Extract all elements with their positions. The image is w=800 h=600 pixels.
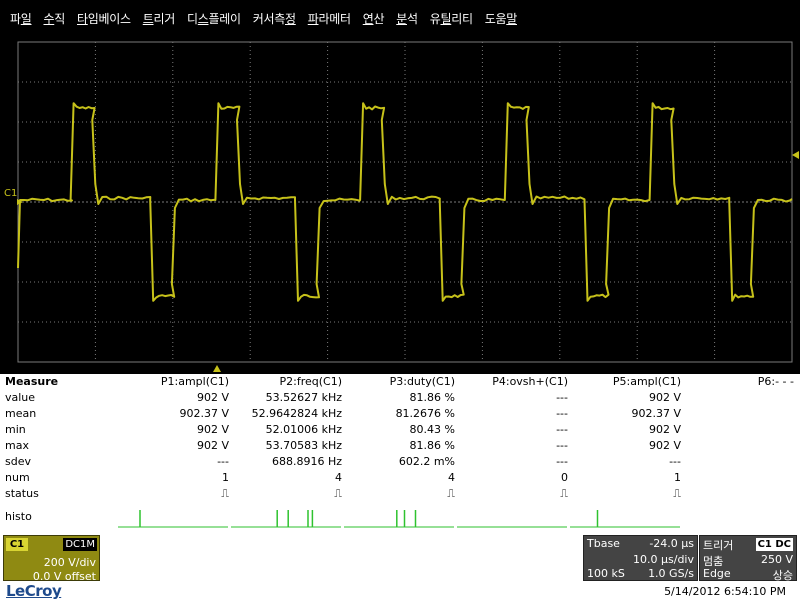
histo-strip	[118, 510, 680, 528]
measure-cell: 53.52627 kHz	[265, 391, 342, 404]
measure-cell: 902 V	[648, 423, 681, 436]
measure-cell: 1	[674, 471, 681, 484]
measure-cell: ⎍	[560, 487, 568, 500]
measure-cell: ---	[669, 455, 681, 468]
measure-param-header[interactable]: P3:duty(C1)	[390, 374, 455, 390]
measure-cell: 53.70583 kHz	[265, 439, 342, 452]
measure-row-label: sdev	[5, 455, 31, 468]
measure-cell: 81.86 %	[409, 439, 455, 452]
measure-row-label: value	[5, 391, 36, 404]
histo-segment	[570, 510, 680, 528]
menu-item-11[interactable]: 도움말	[479, 10, 523, 27]
measure-cell: 688.8916 Hz	[271, 455, 342, 468]
menu-item-9[interactable]: 분석	[390, 10, 424, 27]
timebase-title: Tbase	[587, 537, 620, 550]
measure-cell: ⎍	[447, 487, 455, 500]
svg-text:C1: C1	[4, 188, 17, 199]
timestamp: 5/14/2012 6:54:10 PM	[664, 585, 786, 598]
measure-cell: 902 V	[196, 391, 229, 404]
measure-row-label: min	[5, 423, 26, 436]
menu-item-10[interactable]: 유틸리티	[424, 10, 479, 27]
histo-segment	[231, 510, 341, 528]
measure-cell: 902 V	[196, 439, 229, 452]
measure-title: Measure	[5, 375, 59, 388]
menu-item-4[interactable]: 트리거	[137, 10, 181, 27]
measure-cell: 902 V	[196, 423, 229, 436]
menu-bar: 파일 수직 타임베이스 트리거 디스플레이 커서측정 파라메터 연산 분석 유틸리티 도움말	[0, 0, 800, 36]
measure-cell: 1	[222, 471, 229, 484]
trigger-source: C1 DC	[755, 538, 793, 551]
measure-cell: ---	[556, 423, 568, 436]
measure-row-value: value 902 V 53.52627 kHz 81.86 % --- 902 V	[0, 390, 800, 406]
measure-row-mean: mean 902.37 V 52.9642824 kHz 81.2676 % --- 90…	[0, 406, 800, 422]
measure-cell: 902 V	[648, 439, 681, 452]
measure-row-min: min 902 V 52.01006 kHz 80.43 % --- 902 V	[0, 422, 800, 438]
measure-cell: ---	[556, 439, 568, 452]
histo-segment	[118, 510, 228, 528]
menu-item-1[interactable]: 파일	[4, 10, 38, 27]
measure-cell: ⎍	[334, 487, 342, 500]
trigger-level: 250 V	[760, 553, 793, 566]
measure-row-label: num	[5, 471, 30, 484]
status-footer: C1 DC1M 200 V/div 0.0 V offset LeCroy Tb…	[0, 532, 800, 600]
menu-item-6[interactable]: 커서측정	[247, 10, 302, 27]
menu-item-7[interactable]: 파라메터	[302, 10, 357, 27]
trigger-title: 트리거	[703, 539, 734, 552]
menu-item-2[interactable]: 수직	[38, 10, 72, 27]
measure-panel: Measure P1:ampl(C1) P2:freq(C1) P3:duty(C1)…	[0, 374, 800, 532]
measure-cell: 52.01006 kHz	[265, 423, 342, 436]
measure-param-header[interactable]: P5:ampl(C1)	[613, 374, 681, 390]
measure-cell: 902.37 V	[179, 407, 229, 420]
measure-row-sdev: sdev --- 688.8916 Hz 602.2 m% --- ---	[0, 454, 800, 470]
measure-param-header[interactable]: P2:freq(C1)	[279, 374, 342, 390]
histo-segment	[344, 510, 454, 528]
channel-1-coupling: DC1M	[63, 538, 97, 551]
measure-cell: ---	[556, 455, 568, 468]
trigger-level-marker[interactable]	[792, 151, 799, 159]
channel-1-tag: C1	[6, 538, 28, 551]
measure-cell: ⎍	[221, 487, 229, 500]
measure-cell: 602.2 m%	[398, 455, 455, 468]
measure-cell: 80.43 %	[409, 423, 455, 436]
measure-param-header[interactable]: P1:ampl(C1)	[161, 374, 229, 390]
measure-param-header[interactable]: P6:- - -	[758, 374, 794, 390]
timebase-position: -24.0 µs	[649, 537, 694, 550]
measure-cell: 81.86 %	[409, 391, 455, 404]
menu-item-8[interactable]: 연산	[357, 10, 391, 27]
trigger-type: Edge	[703, 567, 731, 580]
channel-1-vdiv: 200 V/div	[43, 556, 96, 569]
measure-header-row: Measure P1:ampl(C1) P2:freq(C1) P3:duty(C1)…	[0, 374, 800, 390]
trigger-position-marker[interactable]	[213, 365, 221, 372]
measure-row-label: max	[5, 439, 29, 452]
measure-cell: 81.2676 %	[395, 407, 455, 420]
menu-item-5[interactable]: 디스플레이	[181, 10, 247, 27]
trigger-slope: 상승	[772, 569, 793, 582]
measure-row-num: num 1 4 4 0 1	[0, 470, 800, 486]
timebase-descriptor[interactable]: Tbase -24.0 µs 10.0 µs/div 100 kS 1.0 GS…	[583, 535, 698, 581]
measure-cell: 0	[561, 471, 568, 484]
channel-1-descriptor[interactable]: C1 DC1M 200 V/div 0.0 V offset	[3, 535, 100, 583]
measure-cell: ---	[217, 455, 229, 468]
scope-display[interactable]: C1	[0, 36, 800, 374]
measure-cell: ---	[556, 391, 568, 404]
measure-cell: 902.37 V	[631, 407, 681, 420]
measure-row-max: max 902 V 53.70583 kHz 81.86 % --- 902 V	[0, 438, 800, 454]
measure-row-status: status ⎍ ⎍ ⎍ ⎍ ⎍	[0, 486, 800, 502]
measure-row-label: status	[5, 487, 39, 500]
timebase-sample-rate: 1.0 GS/s	[648, 567, 694, 580]
brand-logo: LeCroy	[6, 582, 62, 600]
menu-item-3[interactable]: 타임베이스	[71, 10, 137, 27]
trigger-descriptor[interactable]: 트리거 C1 DC 멈춤 250 V Edge 상승	[699, 535, 797, 582]
measure-cell: 902 V	[648, 391, 681, 404]
measure-cell: ⎍	[673, 487, 681, 500]
measure-cell: ---	[556, 407, 568, 420]
timebase-per-div: 10.0 µs/div	[633, 553, 694, 566]
timebase-samples: 100 kS	[587, 567, 625, 580]
measure-cell: 4	[335, 471, 342, 484]
measure-row-label: mean	[5, 407, 37, 420]
measure-cell: 52.9642824 kHz	[251, 407, 342, 420]
measure-param-header[interactable]: P4:ovsh+(C1)	[492, 374, 568, 390]
measure-cell: 4	[448, 471, 455, 484]
